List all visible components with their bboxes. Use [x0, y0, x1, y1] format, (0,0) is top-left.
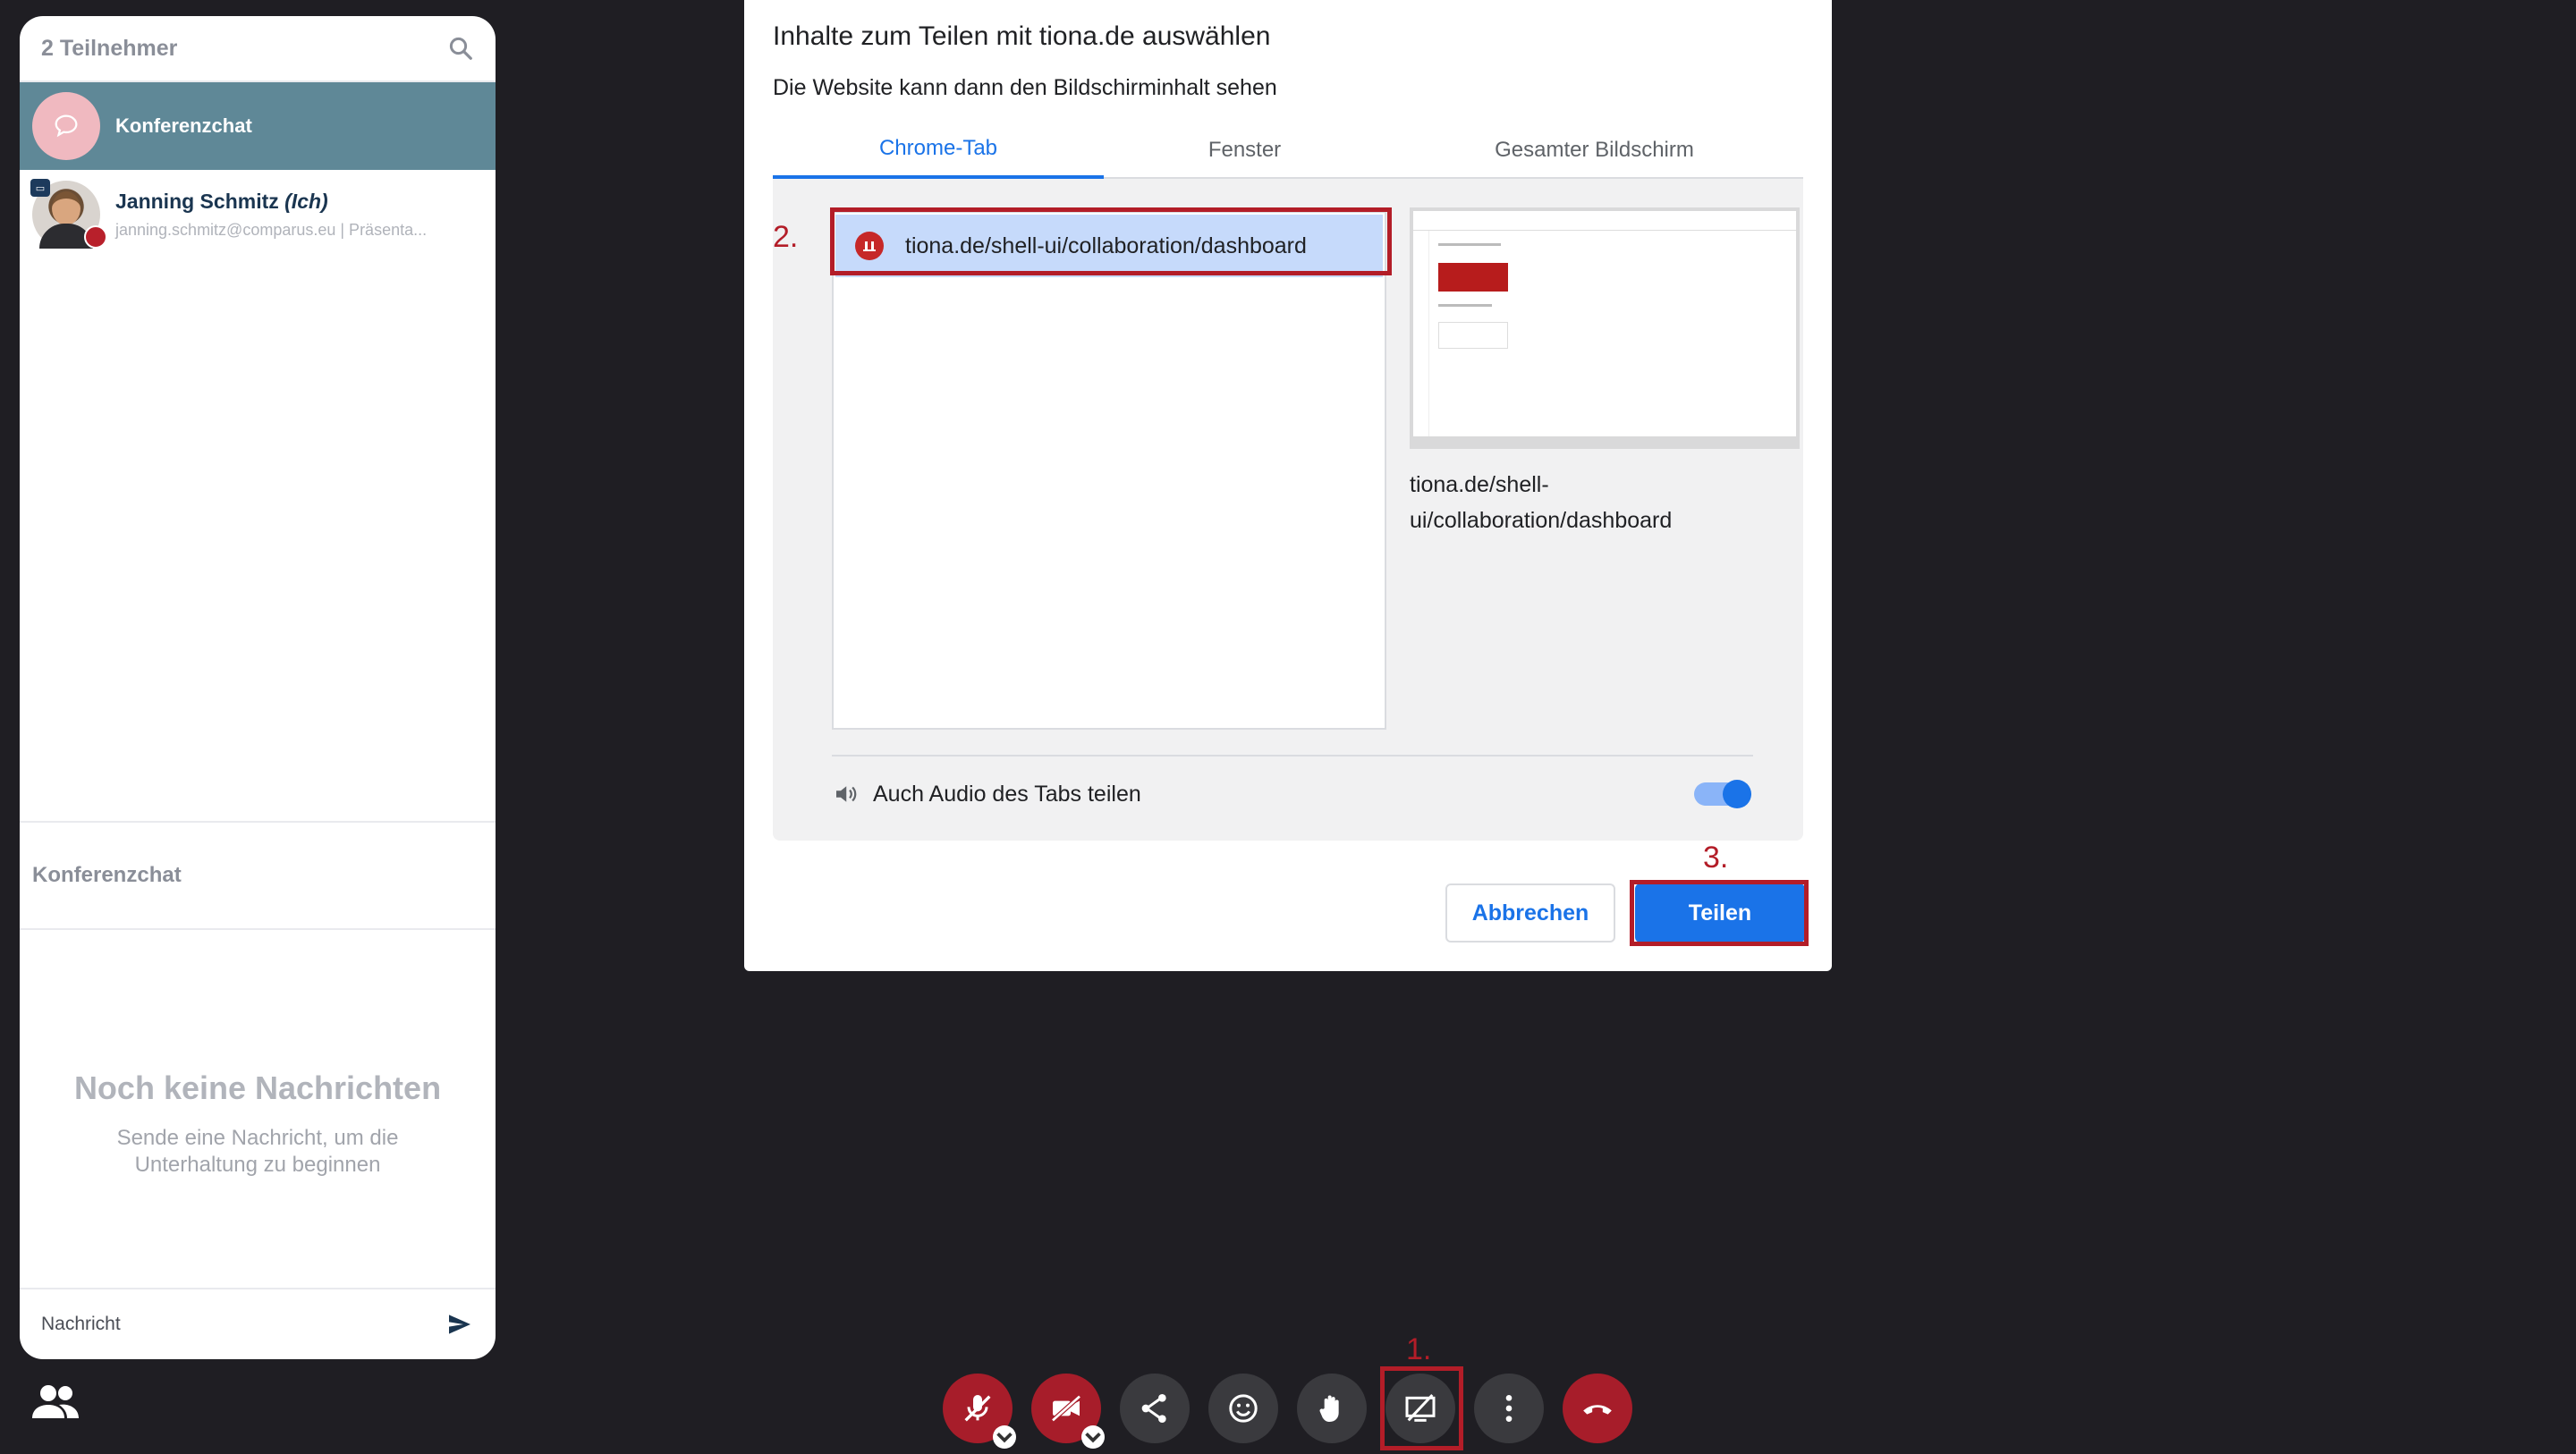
- audio-share-row: Auch Audio des Tabs teilen: [832, 774, 1753, 814]
- source-tabs: Chrome-Tab Fenster Gesamter Bildschirm: [773, 122, 1803, 179]
- participant-name: Janning Schmitz (Ich): [115, 190, 328, 213]
- phone-hang-up-icon: [1583, 1405, 1612, 1415]
- presenter-badge-icon: ▭: [30, 179, 50, 197]
- annotation-frame-3: [1630, 880, 1809, 946]
- more-vertical-icon: [1505, 1395, 1513, 1422]
- dialog-subtitle: Die Website kann dann den Bildschirminha…: [773, 75, 1277, 100]
- annotation-frame-1: [1380, 1366, 1463, 1450]
- more-options-button[interactable]: [1474, 1374, 1544, 1443]
- annotation-step-2: 2.: [773, 220, 799, 254]
- chat-header-title: Konferenzchat: [32, 863, 182, 887]
- tab-entire-screen[interactable]: Gesamter Bildschirm: [1385, 122, 1803, 179]
- participants-panel: 2 Teilnehmer Konferenzchat ▭ Janning Sch…: [20, 16, 496, 1359]
- hand-icon: [1319, 1395, 1339, 1422]
- raise-hand-button[interactable]: [1297, 1374, 1367, 1443]
- message-composer: Nachricht: [20, 1288, 496, 1359]
- dialog-title: Inhalte zum Teilen mit tiona.de auswähle…: [773, 21, 1271, 51]
- annotation-frame-2: [830, 207, 1392, 275]
- preview-caption: tiona.de/shell-ui/collaboration/dashboar…: [1410, 472, 1673, 533]
- tab-window[interactable]: Fenster: [1104, 122, 1385, 179]
- participant-subtitle: janning.schmitz@comparus.eu | Präsenta..…: [115, 221, 428, 239]
- mic-muted-badge-icon: [84, 225, 107, 249]
- chat-bubble-icon: [55, 114, 78, 138]
- me-suffix: (Ich): [284, 190, 328, 213]
- microphone-muted-icon: [964, 1395, 991, 1422]
- audio-share-toggle[interactable]: [1694, 780, 1751, 808]
- annotation-step-1: 1.: [1406, 1332, 1432, 1366]
- message-input[interactable]: Nachricht: [41, 1314, 445, 1335]
- empty-chat-subtitle: Sende eine Nachricht, um die Unterhaltun…: [116, 1126, 399, 1177]
- tab-content: 2. tiona.de/shell-ui/collaboration/dashb…: [773, 179, 1803, 841]
- chat-header: Konferenzchat: [20, 821, 496, 930]
- emoji-icon: [1229, 1394, 1258, 1423]
- chat-avatar: [32, 92, 100, 160]
- speaker-icon: [836, 786, 857, 802]
- camera-off-icon: [1051, 1394, 1081, 1423]
- participant-item[interactable]: ▭ Janning Schmitz (Ich) janning.schmitz@…: [20, 170, 496, 259]
- share-dialog: Inhalte zum Teilen mit tiona.de auswähle…: [744, 0, 1832, 971]
- conference-chat-item[interactable]: Konferenzchat: [20, 82, 496, 170]
- participants-count: 2 Teilnehmer: [41, 35, 178, 61]
- reactions-button[interactable]: [1208, 1374, 1278, 1443]
- cancel-button[interactable]: Abbrechen: [1445, 883, 1615, 943]
- audio-share-label: Auch Audio des Tabs teilen: [873, 781, 1141, 807]
- share-link-button[interactable]: [1120, 1374, 1190, 1443]
- camera-toggle-button[interactable]: [1031, 1374, 1105, 1449]
- tab-list: tiona.de/shell-ui/collaboration/dashboar…: [832, 211, 1386, 730]
- conference-chat-label: Konferenzchat: [115, 114, 252, 137]
- tab-chrome-tab[interactable]: Chrome-Tab: [773, 122, 1104, 179]
- search-icon[interactable]: [447, 35, 474, 62]
- participants-header: 2 Teilnehmer: [20, 16, 496, 82]
- participants-toggle-icon[interactable]: [32, 1384, 79, 1420]
- share-icon: [1141, 1394, 1166, 1423]
- chevron-down-icon[interactable]: [993, 1425, 1016, 1449]
- tab-preview-thumbnail: [1413, 211, 1796, 436]
- chevron-down-icon[interactable]: [1081, 1425, 1105, 1449]
- microphone-toggle-button[interactable]: [943, 1374, 1016, 1449]
- send-icon[interactable]: [445, 1310, 474, 1339]
- annotation-step-3: 3.: [1703, 841, 1729, 875]
- hang-up-button[interactable]: [1563, 1374, 1632, 1443]
- divider: [832, 755, 1753, 757]
- empty-chat-title: Noch keine Nachrichten: [73, 1069, 442, 1106]
- tab-preview: [1410, 207, 1800, 449]
